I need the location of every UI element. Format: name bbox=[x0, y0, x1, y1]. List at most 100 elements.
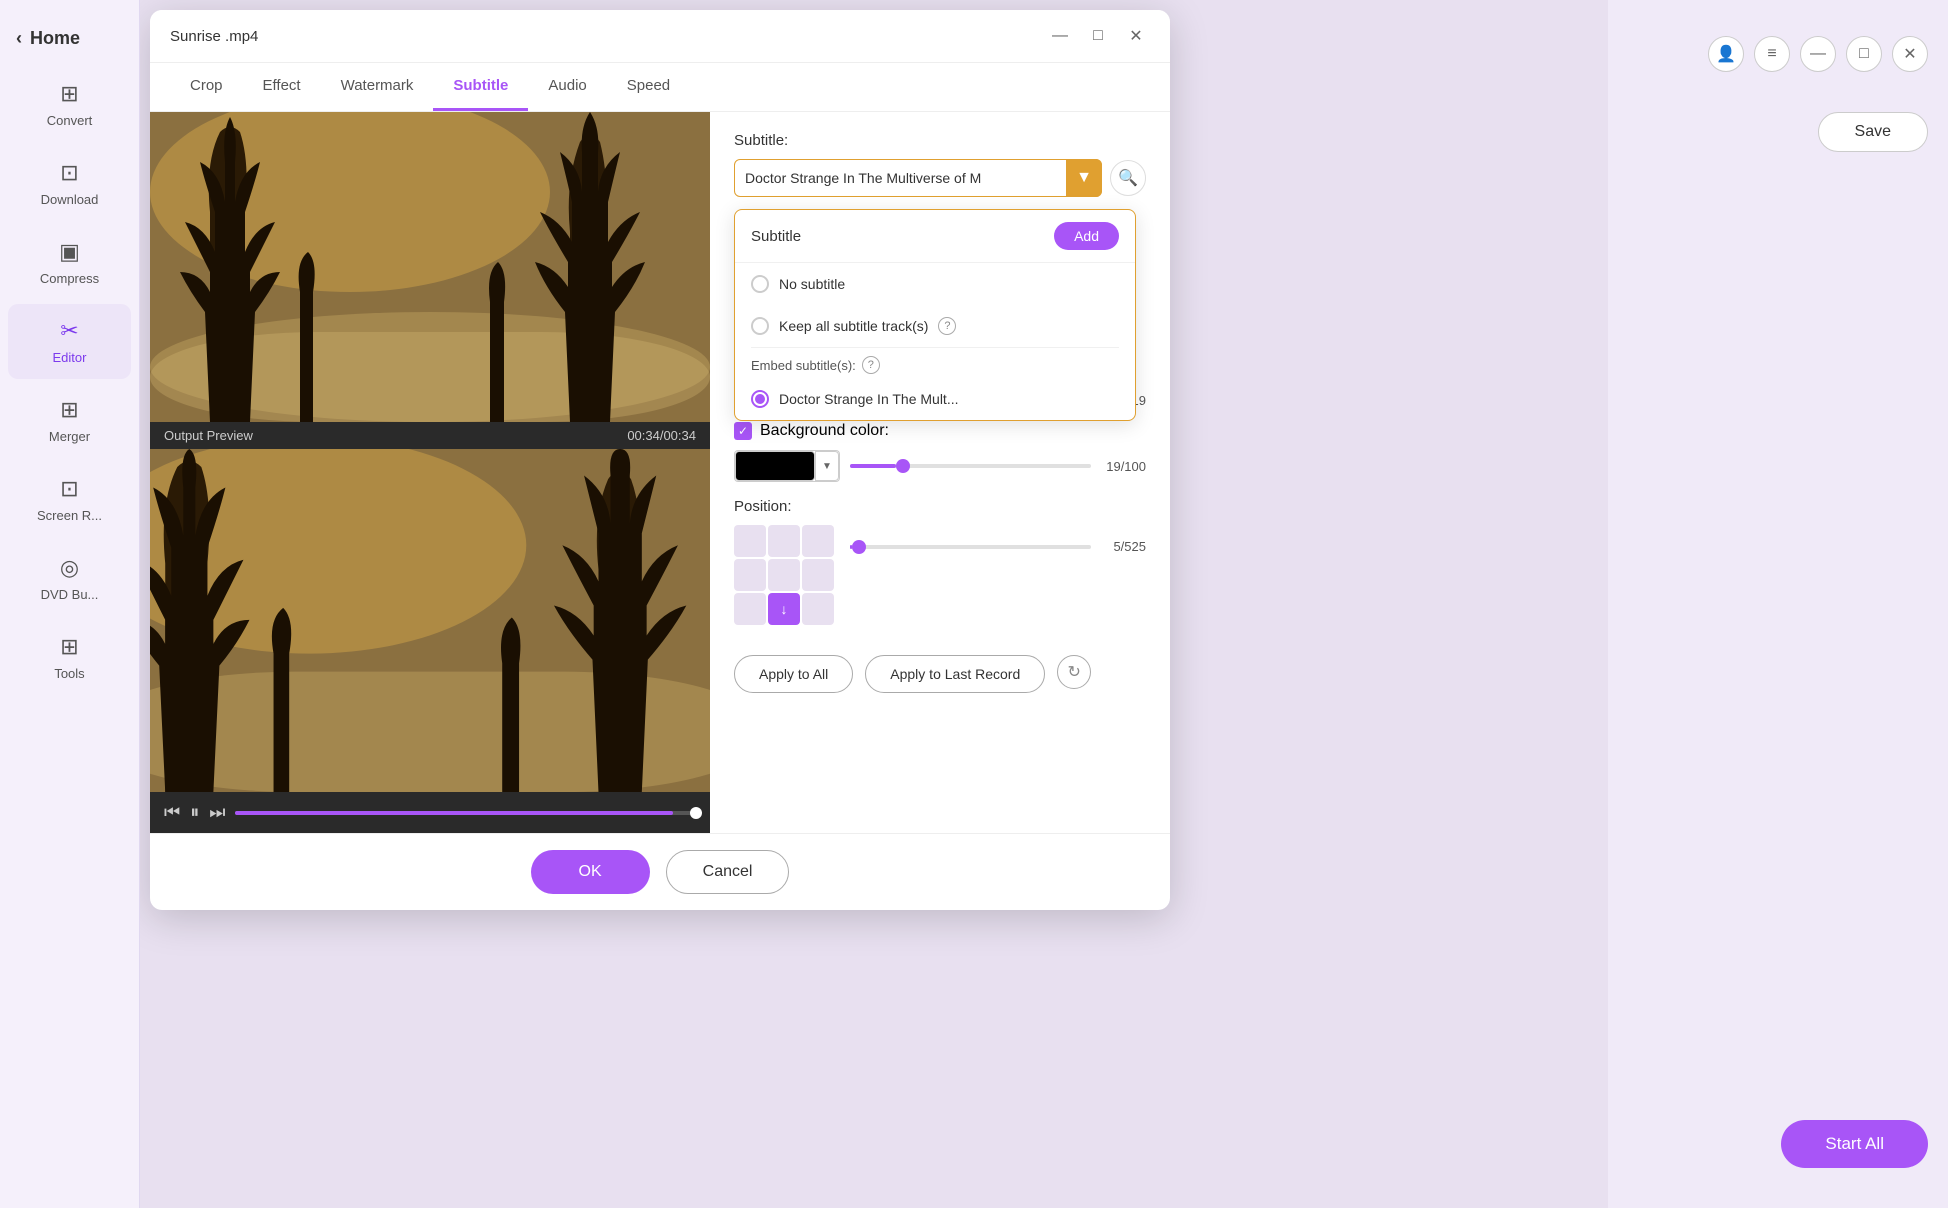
position-label: Position: bbox=[734, 498, 1146, 515]
progress-thumb[interactable] bbox=[690, 807, 702, 819]
progress-bar[interactable] bbox=[235, 811, 696, 815]
sidebar-item-dvd[interactable]: ◎ DVD Bu... bbox=[8, 541, 131, 616]
close-button[interactable]: ✕ bbox=[1122, 22, 1150, 50]
apply-all-button[interactable]: Apply to All bbox=[734, 655, 853, 693]
tab-crop[interactable]: Crop bbox=[170, 63, 243, 111]
window-minimize-button[interactable]: — bbox=[1800, 36, 1836, 72]
no-subtitle-radio[interactable] bbox=[751, 275, 769, 293]
video-top-preview bbox=[150, 112, 710, 422]
menu-icon-button[interactable]: ≡ bbox=[1754, 36, 1790, 72]
start-all-button[interactable]: Start All bbox=[1781, 1120, 1928, 1168]
tree-silhouette-top bbox=[150, 112, 710, 422]
subtitle-search-button[interactable]: 🔍 bbox=[1110, 160, 1146, 196]
doctor-strange-radio[interactable] bbox=[751, 390, 769, 408]
maximize-button[interactable]: □ bbox=[1084, 22, 1112, 50]
apply-last-button[interactable]: Apply to Last Record bbox=[865, 655, 1045, 693]
pos-top-left[interactable] bbox=[734, 525, 766, 557]
tab-effect[interactable]: Effect bbox=[243, 63, 321, 111]
dialog-titlebar: Sunrise .mp4 — □ ✕ bbox=[150, 10, 1170, 63]
position-row: ↓ 5/525 bbox=[734, 525, 1146, 635]
color-dropdown-arrow[interactable]: ▼ bbox=[815, 451, 839, 481]
pause-button[interactable]: ⏸ bbox=[190, 802, 199, 823]
sidebar-item-tools[interactable]: ⊞ Tools bbox=[8, 620, 131, 695]
minimize-button[interactable]: — bbox=[1046, 22, 1074, 50]
timecode-label: 00:34/00:34 bbox=[627, 428, 696, 443]
video-bottom-preview bbox=[150, 449, 710, 792]
bottom-buttons: Apply to All Apply to Last Record ↻ bbox=[734, 655, 1146, 693]
subtitle-dropdown-popup: Subtitle Add No subtitle Keep all subtit… bbox=[734, 209, 1136, 421]
collapse-icon[interactable]: ‹ bbox=[16, 28, 22, 49]
video-area: Output Preview 00:34/00:34 bbox=[150, 112, 710, 833]
bg-opacity-value: 19/100 bbox=[1101, 459, 1146, 474]
settings-area: Subtitle: Doctor Strange In The Multiver… bbox=[710, 112, 1170, 833]
dropdown-header: Subtitle Add bbox=[735, 210, 1135, 263]
subtitle-dropdown-arrow[interactable]: ▼ bbox=[1066, 159, 1102, 197]
pos-bot-center[interactable]: ↓ bbox=[768, 593, 800, 625]
profile-icon-button[interactable]: 👤 bbox=[1708, 36, 1744, 72]
bg-opacity-slider[interactable] bbox=[850, 464, 1091, 468]
right-top: 👤 ≡ — □ ✕ bbox=[1708, 20, 1928, 72]
dropdown-option-no-subtitle[interactable]: No subtitle bbox=[735, 263, 1135, 305]
sidebar-item-label: Screen R... bbox=[37, 508, 102, 523]
rewind-button[interactable]: ⏮ bbox=[164, 802, 180, 823]
down-arrow-icon: ↓ bbox=[781, 601, 788, 617]
subtitle-select-display[interactable]: Doctor Strange In The Multiverse of M bbox=[734, 159, 1102, 197]
window-close-button[interactable]: ✕ bbox=[1892, 36, 1928, 72]
dropdown-option-doctor-strange[interactable]: Doctor Strange In The Mult... bbox=[735, 378, 1135, 420]
pos-bot-left[interactable] bbox=[734, 593, 766, 625]
tab-bar: Crop Effect Watermark Subtitle Audio Spe… bbox=[150, 63, 1170, 112]
pos-mid-center[interactable] bbox=[768, 559, 800, 591]
bg-opacity-fill bbox=[850, 464, 896, 468]
position-slider[interactable] bbox=[850, 545, 1091, 549]
position-value: 5/525 bbox=[1101, 539, 1146, 554]
download-icon: ⊡ bbox=[60, 160, 78, 186]
progress-fill bbox=[235, 811, 673, 815]
pos-top-center[interactable] bbox=[768, 525, 800, 557]
tab-subtitle[interactable]: Subtitle bbox=[433, 63, 528, 111]
sidebar-item-screen[interactable]: ⊡ Screen R... bbox=[8, 462, 131, 537]
position-slider-container: 5/525 bbox=[850, 539, 1146, 554]
cancel-button[interactable]: Cancel bbox=[666, 850, 790, 894]
dropdown-option-keep-all[interactable]: Keep all subtitle track(s) ? bbox=[735, 305, 1135, 347]
sidebar-item-compress[interactable]: ▣ Compress bbox=[8, 225, 131, 300]
add-subtitle-button[interactable]: Add bbox=[1054, 222, 1119, 250]
pos-top-right[interactable] bbox=[802, 525, 834, 557]
bg-opacity-thumb[interactable] bbox=[896, 459, 910, 473]
pos-bot-right[interactable] bbox=[802, 593, 834, 625]
pos-mid-left[interactable] bbox=[734, 559, 766, 591]
dialog-controls: — □ ✕ bbox=[1046, 22, 1150, 50]
ok-button[interactable]: OK bbox=[531, 850, 650, 894]
color-box[interactable] bbox=[735, 451, 815, 481]
dialog-title: Sunrise .mp4 bbox=[170, 28, 258, 45]
tab-audio[interactable]: Audio bbox=[528, 63, 606, 111]
save-button[interactable]: Save bbox=[1818, 112, 1928, 152]
forward-button[interactable]: ⏭ bbox=[209, 802, 225, 823]
pos-mid-right[interactable] bbox=[802, 559, 834, 591]
compress-icon: ▣ bbox=[59, 239, 80, 265]
dialog-body: Output Preview 00:34/00:34 bbox=[150, 112, 1170, 833]
sidebar-home[interactable]: ‹ Home bbox=[0, 20, 139, 65]
position-thumb[interactable] bbox=[852, 540, 866, 554]
bg-color-checkbox[interactable]: ✓ bbox=[734, 422, 752, 440]
tab-speed[interactable]: Speed bbox=[607, 63, 690, 111]
sidebar-item-download[interactable]: ⊡ Download bbox=[8, 146, 131, 221]
window-maximize-button[interactable]: □ bbox=[1846, 36, 1882, 72]
editor-icon: ✂ bbox=[60, 318, 78, 344]
dvd-icon: ◎ bbox=[60, 555, 79, 581]
sidebar-item-label: Download bbox=[41, 192, 99, 207]
embed-help-icon[interactable]: ? bbox=[862, 356, 880, 374]
bg-opacity-slider-container: 19/100 bbox=[850, 459, 1146, 474]
refresh-button[interactable]: ↻ bbox=[1057, 655, 1091, 689]
sidebar-item-label: DVD Bu... bbox=[41, 587, 99, 602]
sidebar-item-editor[interactable]: ✂ Editor bbox=[8, 304, 131, 379]
sidebar-item-label: Editor bbox=[53, 350, 87, 365]
position-grid: ↓ bbox=[734, 525, 834, 625]
tab-watermark[interactable]: Watermark bbox=[321, 63, 434, 111]
subtitle-select-row: Doctor Strange In The Multiverse of M ▼ … bbox=[734, 159, 1146, 197]
keep-all-help-icon[interactable]: ? bbox=[938, 317, 956, 335]
dropdown-title: Subtitle bbox=[751, 228, 801, 245]
keep-all-radio[interactable] bbox=[751, 317, 769, 335]
sidebar-item-convert[interactable]: ⊞ Convert bbox=[8, 67, 131, 142]
sidebar-item-label: Merger bbox=[49, 429, 90, 444]
sidebar-item-merger[interactable]: ⊞ Merger bbox=[8, 383, 131, 458]
